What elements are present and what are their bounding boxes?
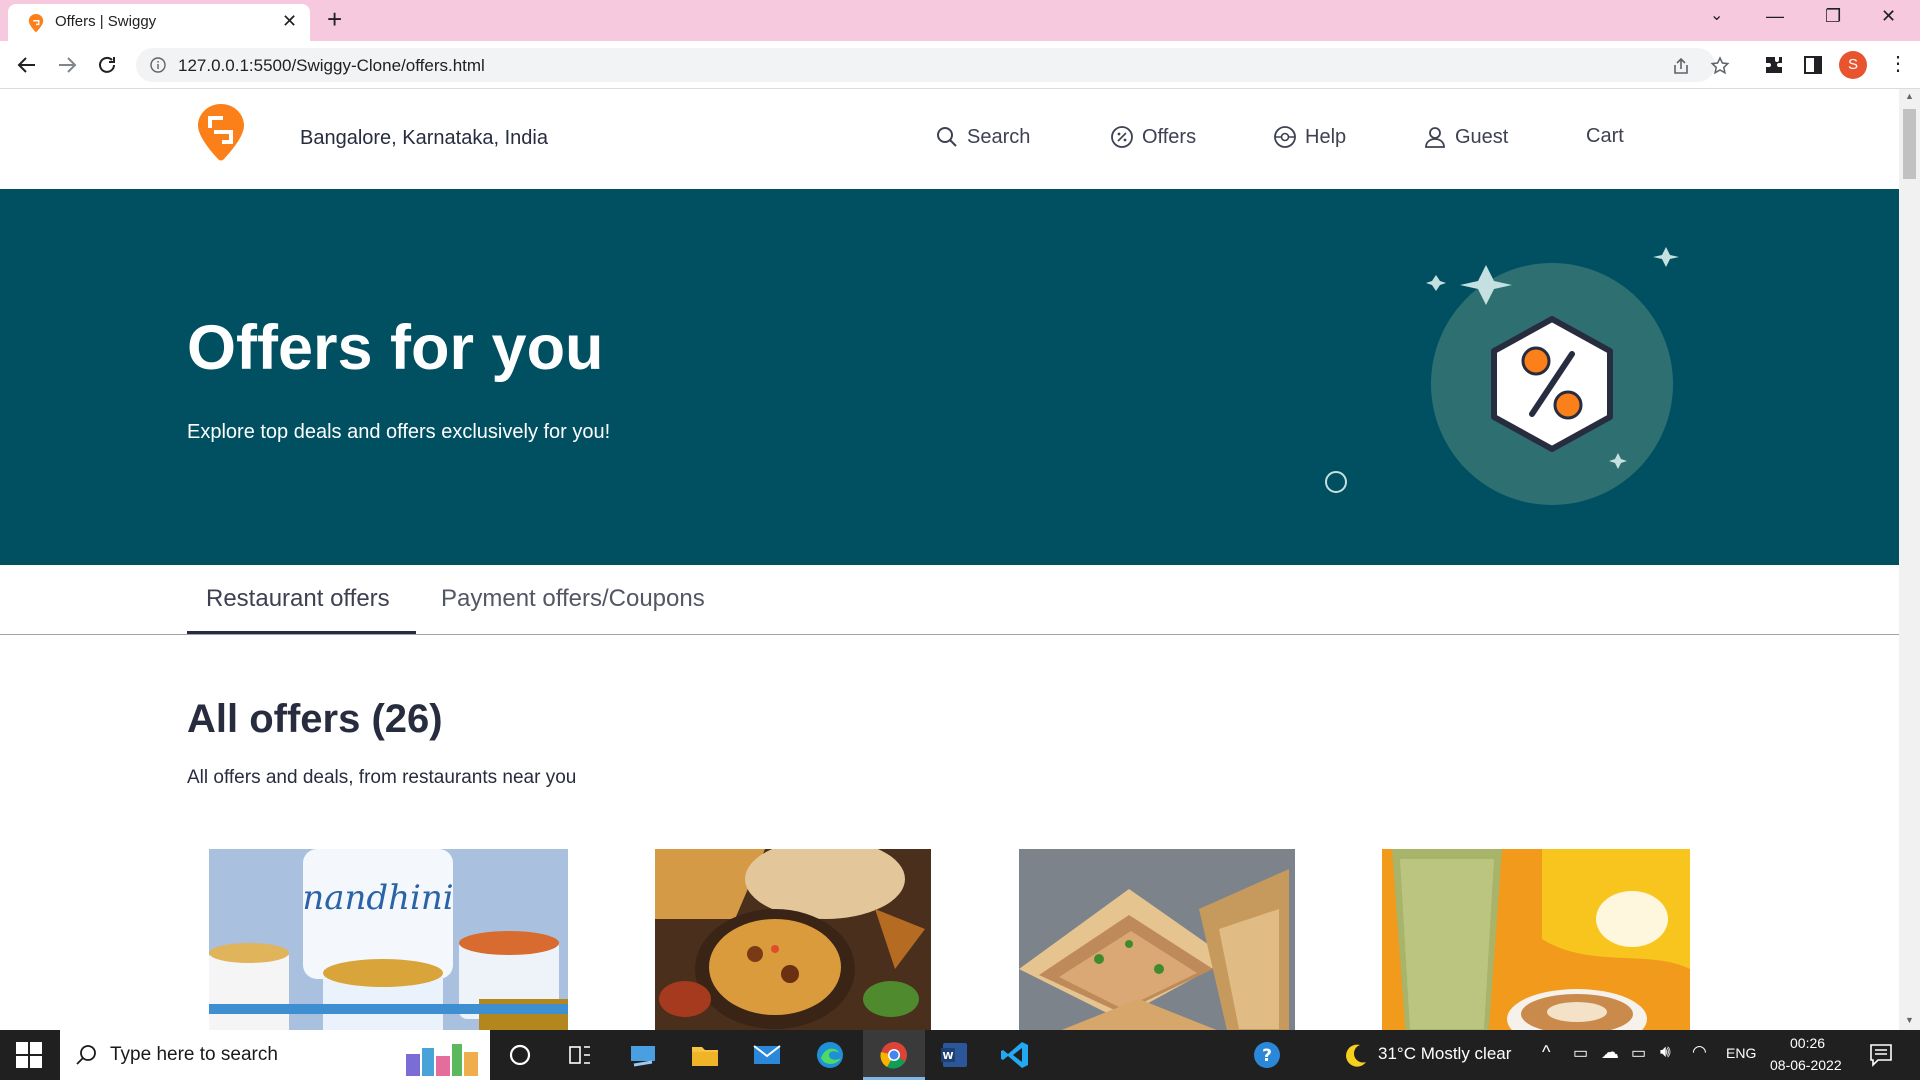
forward-icon[interactable] bbox=[55, 53, 79, 77]
search-icon bbox=[937, 127, 957, 147]
chrome-icon bbox=[880, 1042, 907, 1069]
weather-text[interactable]: 31°C Mostly clear bbox=[1378, 1044, 1511, 1064]
offers-percent-icon bbox=[1111, 126, 1133, 148]
biryani-food-image bbox=[655, 849, 931, 1030]
nav-guest-label: Guest bbox=[1455, 125, 1509, 148]
location-text[interactable]: Bangalore, Karnataka, India bbox=[300, 127, 548, 150]
offer-tabs: Restaurant offers Payment offers/Coupons bbox=[0, 565, 1899, 635]
tab-search-icon[interactable]: ⌄ bbox=[1710, 6, 1723, 26]
new-tab-icon[interactable]: + bbox=[327, 6, 342, 32]
svg-text:?: ? bbox=[1262, 1046, 1272, 1066]
wifi-icon[interactable]: ◠ bbox=[1692, 1042, 1707, 1062]
restore-icon[interactable]: ❐ bbox=[1825, 6, 1841, 26]
taskbar-search-placeholder: Type here to search bbox=[110, 1044, 278, 1065]
offer-card-image[interactable] bbox=[655, 849, 931, 1030]
section-subtitle: All offers and deals, from restaurants n… bbox=[187, 767, 577, 788]
offer-card-image[interactable] bbox=[1019, 849, 1295, 1030]
scroll-down-icon[interactable]: ▼ bbox=[1905, 1015, 1914, 1025]
offers-hero-banner: Offers for you Explore top deals and off… bbox=[0, 189, 1899, 565]
browser-toolbar: 127.0.0.1:5500/Swiggy-Clone/offers.html … bbox=[0, 41, 1920, 89]
active-tab-indicator bbox=[187, 631, 416, 634]
nav-search-label: Search bbox=[967, 125, 1031, 148]
nav-help[interactable]: Help bbox=[1273, 125, 1346, 149]
nav-cart-label: Cart bbox=[1586, 125, 1624, 147]
scroll-thumb[interactable] bbox=[1903, 109, 1916, 179]
language-indicator[interactable]: ENG bbox=[1726, 1045, 1756, 1061]
cortana-icon[interactable] bbox=[505, 1040, 535, 1070]
svg-text:W: W bbox=[942, 1051, 953, 1062]
nav-cart[interactable]: Cart bbox=[1586, 125, 1624, 148]
swiggy-favicon-icon bbox=[28, 14, 44, 32]
windows-taskbar: Type here to search W ? 31°C Mostly clea… bbox=[0, 1030, 1920, 1080]
url-text: 127.0.0.1:5500/Swiggy-Clone/offers.html bbox=[178, 56, 485, 75]
reload-icon[interactable] bbox=[95, 53, 119, 77]
offers-illustration-icon bbox=[1325, 247, 1679, 505]
swiggy-logo-icon[interactable] bbox=[198, 104, 244, 168]
close-window-icon[interactable]: ✕ bbox=[1881, 6, 1896, 26]
page-viewport: Bangalore, Karnataka, India Search Offer… bbox=[0, 89, 1899, 1030]
site-info-icon[interactable] bbox=[150, 57, 166, 73]
page-scrollbar[interactable]: ▲ ▼ bbox=[1899, 89, 1920, 1030]
nandhini-food-image: nandhini bbox=[209, 849, 568, 1030]
user-icon bbox=[1425, 127, 1445, 148]
tab-title: Offers | Swiggy bbox=[55, 13, 157, 30]
nav-help-label: Help bbox=[1305, 125, 1347, 148]
nav-offers[interactable]: Offers bbox=[1110, 125, 1196, 149]
desktop-app-icon[interactable] bbox=[628, 1040, 658, 1070]
clock-time[interactable]: 00:26 bbox=[1790, 1035, 1825, 1051]
taskbar-search-box[interactable]: Type here to search bbox=[60, 1030, 490, 1080]
site-header: Bangalore, Karnataka, India Search Offer… bbox=[0, 89, 1899, 189]
side-panel-icon[interactable] bbox=[1801, 53, 1825, 77]
hero-title: Offers for you bbox=[187, 313, 604, 383]
edge-browser-icon[interactable] bbox=[815, 1040, 845, 1070]
section-title: All offers (26) bbox=[187, 697, 443, 741]
nav-offers-label: Offers bbox=[1142, 125, 1197, 148]
help-question-icon[interactable]: ? bbox=[1252, 1040, 1282, 1070]
address-bar[interactable]: 127.0.0.1:5500/Swiggy-Clone/offers.html bbox=[136, 48, 1730, 82]
volume-icon[interactable]: 🔊︎ bbox=[1660, 1042, 1671, 1062]
task-view-icon[interactable] bbox=[565, 1040, 595, 1070]
profile-avatar[interactable]: S bbox=[1839, 51, 1867, 79]
scroll-up-icon[interactable]: ▲ bbox=[1905, 91, 1914, 101]
onedrive-cloud-icon[interactable]: ☁ bbox=[1601, 1042, 1619, 1063]
meet-now-icon[interactable]: ▭ bbox=[1573, 1043, 1588, 1063]
tab-payment-offers[interactable]: Payment offers/Coupons bbox=[441, 585, 705, 613]
card-brand-text: nandhini bbox=[302, 878, 453, 918]
extensions-icon[interactable] bbox=[1762, 53, 1786, 77]
sandwich-food-image bbox=[1019, 849, 1295, 1030]
minimize-icon[interactable]: — bbox=[1766, 6, 1784, 26]
battery-icon[interactable]: ▭ bbox=[1631, 1043, 1646, 1063]
weather-moon-icon[interactable] bbox=[1340, 1040, 1370, 1070]
bookmark-star-icon[interactable] bbox=[1710, 56, 1730, 76]
tab-restaurant-offers[interactable]: Restaurant offers bbox=[206, 585, 390, 613]
word-icon[interactable]: W bbox=[939, 1040, 969, 1070]
browser-tab[interactable]: Offers | Swiggy ✕ bbox=[8, 4, 310, 41]
windows-start-icon[interactable] bbox=[16, 1042, 42, 1068]
tab-close-icon[interactable]: ✕ bbox=[282, 12, 297, 30]
back-icon[interactable] bbox=[15, 53, 39, 77]
drinks-food-image bbox=[1382, 849, 1690, 1030]
nav-search[interactable]: Search bbox=[935, 125, 1030, 149]
hero-subtitle: Explore top deals and offers exclusively… bbox=[187, 421, 611, 443]
share-icon[interactable] bbox=[1671, 56, 1691, 76]
browser-titlebar: Offers | Swiggy ✕ + ⌄ — ❐ ✕ bbox=[0, 0, 1920, 41]
chrome-taskbar-active[interactable] bbox=[863, 1030, 925, 1080]
offer-card-image[interactable]: nandhini bbox=[209, 849, 568, 1030]
help-lifebuoy-icon bbox=[1274, 126, 1296, 148]
nav-guest[interactable]: Guest bbox=[1423, 125, 1508, 149]
browser-menu-icon[interactable]: ⋮ bbox=[1888, 51, 1908, 76]
offer-card-image[interactable] bbox=[1382, 849, 1690, 1030]
file-explorer-icon[interactable] bbox=[690, 1040, 720, 1070]
search-highlight-image bbox=[406, 1044, 478, 1076]
mail-icon[interactable] bbox=[752, 1040, 782, 1070]
notification-center-icon[interactable] bbox=[1868, 1042, 1894, 1068]
vscode-icon[interactable] bbox=[1000, 1040, 1030, 1070]
search-icon bbox=[76, 1045, 96, 1065]
clock-date[interactable]: 08-06-2022 bbox=[1770, 1057, 1842, 1073]
show-hidden-icons-icon[interactable]: ^ bbox=[1542, 1042, 1550, 1063]
